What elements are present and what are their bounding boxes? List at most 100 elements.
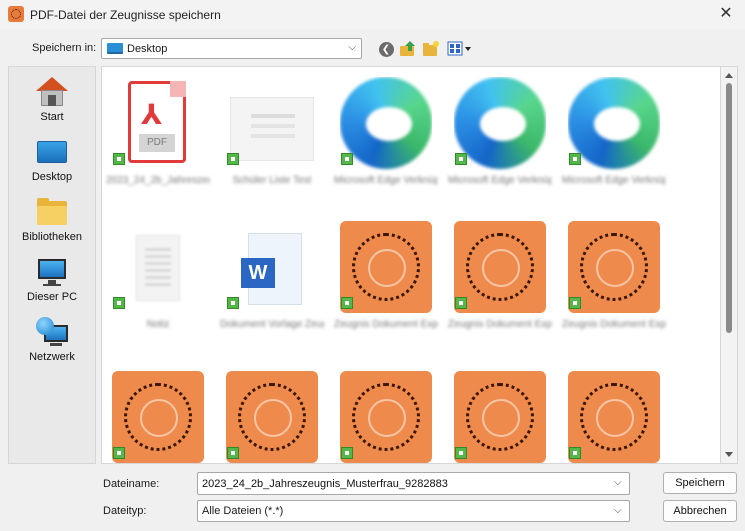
- file-item[interactable]: Microsoft Edge Verknüpfung: [448, 69, 552, 197]
- sync-status-icon: [227, 447, 239, 459]
- places-bar: Start Desktop Bibliotheken Dieser PC Net…: [8, 66, 96, 464]
- edge-icon: [568, 77, 660, 173]
- sync-status-icon: [341, 153, 353, 165]
- filename-input[interactable]: [197, 472, 630, 495]
- close-icon[interactable]: ✕: [715, 4, 737, 24]
- file-item[interactable]: Zeugnis Dokument Export: [334, 213, 438, 341]
- place-network[interactable]: Netzwerk: [9, 311, 95, 367]
- scroll-down-icon[interactable]: [725, 452, 733, 457]
- file-item[interactable]: Zeugnis Dokument Export: [448, 213, 552, 341]
- new-folder-button[interactable]: [421, 39, 441, 59]
- file-item[interactable]: Notiz: [106, 213, 210, 341]
- file-item[interactable]: ⅄PDF 2023_24_2b_Jahreszeugnis: [106, 69, 210, 197]
- place-label: Desktop: [31, 171, 73, 183]
- file-item[interactable]: [448, 363, 552, 463]
- sync-status-icon: [341, 447, 353, 459]
- file-item[interactable]: Microsoft Edge Verknüpfung: [334, 69, 438, 197]
- filetype-value: Alle Dateien (*.*): [202, 505, 284, 517]
- file-caption: Zeugnis Dokument Export: [562, 319, 666, 330]
- location-select[interactable]: Desktop ⌵: [101, 38, 362, 59]
- file-caption: Zeugnis Dokument Export: [334, 319, 438, 330]
- sync-status-icon: [227, 153, 239, 165]
- place-start[interactable]: Start: [9, 71, 95, 127]
- file-item[interactable]: Schüler Liste Test: [220, 69, 324, 197]
- this-pc-icon: [36, 257, 68, 287]
- edge-icon: [340, 77, 432, 173]
- title-bar: PDF-Datei der Zeugnisse speichern ✕: [0, 0, 745, 30]
- save-button[interactable]: Speichern: [663, 472, 737, 494]
- sync-status-icon: [113, 447, 125, 459]
- file-caption: Zeugnis Dokument Export: [448, 319, 552, 330]
- save-in-label: Speichern in:: [32, 42, 97, 54]
- filetype-select[interactable]: Alle Dateien (*.*): [197, 500, 630, 522]
- view-menu-button[interactable]: [446, 39, 474, 59]
- filename-label: Dateiname:: [103, 478, 160, 490]
- file-item[interactable]: Microsoft Edge Verknüpfung: [562, 69, 666, 197]
- cancel-button[interactable]: Abbrechen: [663, 500, 737, 522]
- back-button[interactable]: ❮: [376, 39, 396, 59]
- chevron-down-icon[interactable]: ⌵: [614, 477, 622, 488]
- chevron-down-icon: ⌵: [348, 42, 356, 53]
- file-caption: Notiz: [146, 319, 170, 330]
- vertical-scrollbar[interactable]: [721, 66, 738, 464]
- file-item[interactable]: [220, 363, 324, 463]
- place-libraries[interactable]: Bibliotheken: [9, 191, 95, 247]
- app-icon: [8, 6, 24, 22]
- sync-status-icon: [569, 297, 581, 309]
- new-folder-icon: [423, 41, 439, 56]
- up-folder-button[interactable]: [398, 39, 418, 59]
- place-label: Dieser PC: [26, 291, 78, 303]
- sync-status-icon: [113, 297, 125, 309]
- scroll-up-icon[interactable]: [725, 73, 733, 78]
- file-item[interactable]: Zeugnis Dokument Export: [562, 213, 666, 341]
- home-icon: [36, 77, 68, 107]
- file-item[interactable]: [106, 363, 210, 463]
- orange-pdf-app-icon: [226, 371, 318, 463]
- word-file-icon: W: [226, 221, 318, 317]
- file-item[interactable]: [562, 363, 666, 463]
- orange-pdf-app-icon: [112, 371, 204, 463]
- file-caption: 2023_24_2b_Jahreszeugnis: [106, 175, 210, 186]
- orange-pdf-app-icon: [454, 221, 546, 317]
- sync-status-icon: [569, 447, 581, 459]
- file-item[interactable]: [334, 363, 438, 463]
- sync-status-icon: [455, 447, 467, 459]
- sync-status-icon: [569, 153, 581, 165]
- pdf-file-icon: ⅄ PDF: [112, 77, 204, 173]
- edge-icon: [454, 77, 546, 173]
- place-label: Start: [40, 111, 64, 123]
- document-thumbnail-icon: [226, 77, 318, 173]
- orange-pdf-app-icon: [454, 371, 546, 463]
- file-caption: Microsoft Edge Verknüpfung: [562, 175, 666, 186]
- back-arrow-icon: ❮: [378, 41, 394, 57]
- scrollbar-thumb[interactable]: [726, 83, 732, 333]
- place-label: Bibliotheken: [22, 231, 82, 243]
- file-caption: Microsoft Edge Verknüpfung: [334, 175, 438, 186]
- libraries-icon: [36, 197, 68, 227]
- folder-up-icon: [400, 41, 415, 56]
- view-grid-icon: [447, 41, 471, 56]
- orange-pdf-app-icon: [340, 371, 432, 463]
- file-caption: Microsoft Edge Verknüpfung: [448, 175, 552, 186]
- orange-pdf-app-icon: [568, 371, 660, 463]
- location-value: Desktop: [127, 42, 168, 55]
- file-item[interactable]: W Dokument Vorlage Zeugnis: [220, 213, 324, 341]
- chevron-down-icon[interactable]: ⌵: [614, 505, 622, 516]
- place-label: Netzwerk: [29, 351, 75, 363]
- sync-status-icon: [341, 297, 353, 309]
- desktop-icon: [36, 137, 68, 167]
- sync-status-icon: [227, 297, 239, 309]
- network-icon: [36, 317, 68, 347]
- file-caption: Schüler Liste Test: [232, 175, 312, 186]
- place-this-pc[interactable]: Dieser PC: [9, 251, 95, 307]
- sync-status-icon: [455, 297, 467, 309]
- place-desktop[interactable]: Desktop: [9, 131, 95, 187]
- file-caption: Dokument Vorlage Zeugnis: [220, 319, 324, 330]
- filetype-label: Dateityp:: [103, 505, 147, 517]
- orange-pdf-app-icon: [568, 221, 660, 317]
- sync-status-icon: [113, 153, 125, 165]
- file-list[interactable]: ⅄PDF 2023_24_2b_Jahreszeugnis Schüler Li…: [101, 66, 721, 464]
- desktop-icon: [107, 43, 123, 54]
- orange-pdf-app-icon: [340, 221, 432, 317]
- text-file-icon: [112, 221, 204, 317]
